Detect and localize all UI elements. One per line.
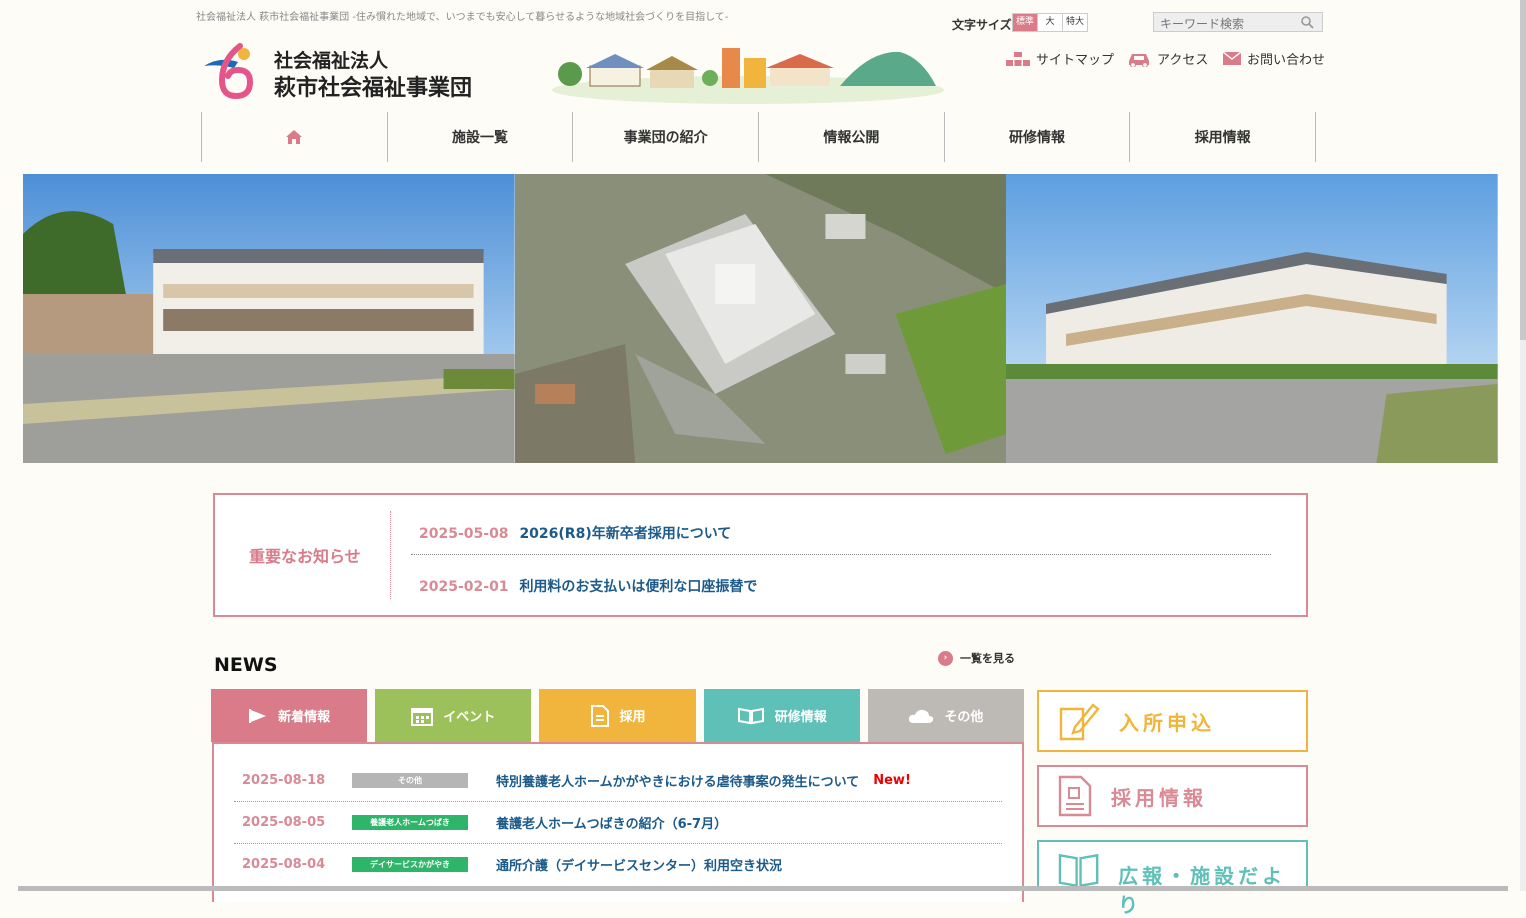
chevron-right-icon: ›	[938, 650, 953, 666]
nav-facilities[interactable]: 施設一覧	[386, 112, 573, 162]
access-label: アクセス	[1157, 53, 1209, 68]
news-title-link[interactable]: 養護老人ホームつばきの紹介（6-7月）	[496, 813, 727, 832]
book-icon	[737, 707, 764, 724]
news-title-link[interactable]: 通所介護（デイサービスセンター）利用空き状況	[496, 855, 782, 874]
notice-title: 重要なお知らせ	[249, 547, 361, 566]
notice-divider	[390, 511, 391, 599]
news-list: 2025-08-18 その他 特別養護老人ホームかがやきにおける虐待事案の発生に…	[212, 742, 1024, 902]
news-date: 2025-08-18	[242, 772, 326, 788]
font-size-switcher: 標準 大 特大	[1012, 13, 1088, 32]
news-date: 2025-08-05	[242, 814, 326, 830]
nav-recruit[interactable]: 採用情報	[1129, 112, 1317, 162]
tab-other[interactable]: その他	[867, 689, 1025, 742]
news-more-link[interactable]: › 一覧を見る	[938, 650, 1015, 666]
logo-mark-icon	[204, 43, 254, 100]
tab-training[interactable]: 研修情報	[703, 689, 860, 742]
notice-separator	[411, 554, 1271, 555]
news-category-badge: 養護老人ホームつばき	[352, 814, 468, 830]
hero-photo-aerial-view	[514, 174, 1007, 463]
news-heading: NEWS	[214, 654, 278, 676]
hero-photo-facility-side	[1006, 174, 1499, 463]
notice-item[interactable]: 2025-02-01 利用料のお支払いは便利な口座振替で	[419, 576, 757, 596]
sitemap-icon	[1006, 51, 1030, 66]
pr-banner[interactable]: 広報・施設だより	[1037, 840, 1308, 917]
notice-date: 2025-02-01	[419, 579, 509, 595]
scrollbar-thumb[interactable]	[1520, 0, 1526, 340]
sitemap-link[interactable]: サイトマップ	[1006, 49, 1114, 68]
hero-images	[23, 174, 1499, 463]
important-notices: 重要なお知らせ 2025-05-08 2026(R8)年新卒者採用について 20…	[213, 493, 1308, 617]
tab-recruit[interactable]: 採用	[539, 689, 696, 742]
recruit-label: 採用情報	[1111, 785, 1207, 810]
contact-label: お問い合わせ	[1247, 53, 1326, 68]
news-item[interactable]: 2025-08-04 デイサービスかがやき 通所介護（デイサービスセンター）利用…	[234, 843, 1002, 885]
search-icon[interactable]	[1300, 15, 1314, 29]
logo-org-type: 社会福祉法人	[274, 50, 389, 72]
news-category-badge: その他	[352, 772, 468, 788]
site-logo[interactable]: 社会福祉法人 萩市社会福祉事業団	[200, 40, 490, 101]
nav-training[interactable]: 研修情報	[943, 112, 1130, 162]
admission-banner[interactable]: 入所申込	[1037, 690, 1308, 752]
nav-disclosure[interactable]: 情報公開	[758, 112, 944, 162]
news-tabs: 新着情報 イベント 採用 研修情報 その他	[211, 689, 1025, 742]
cloud-icon	[909, 709, 934, 723]
search-input[interactable]	[1154, 15, 1290, 33]
car-icon	[1129, 53, 1149, 67]
sitemap-label: サイトマップ	[1036, 53, 1115, 68]
tab-events[interactable]: イベント	[375, 689, 532, 742]
nav-home[interactable]	[201, 112, 387, 162]
news-date: 2025-08-04	[242, 856, 326, 872]
access-link[interactable]: アクセス	[1127, 49, 1208, 68]
news-title-link[interactable]: 特別養護老人ホームかがやきにおける虐待事案の発生について	[496, 771, 859, 790]
tab-latest[interactable]: 新着情報	[211, 689, 368, 742]
tab-label: その他	[944, 710, 984, 725]
town-illustration	[552, 48, 944, 104]
tab-label: 採用	[619, 710, 646, 725]
flag-icon	[249, 708, 267, 723]
calendar-icon	[411, 707, 434, 726]
tab-label: 新着情報	[278, 710, 331, 725]
pen-paper-icon	[1059, 703, 1100, 741]
horizontal-scrollbar[interactable]	[18, 886, 1508, 891]
notice-date: 2025-05-08	[419, 526, 509, 542]
document-icon	[1058, 775, 1092, 817]
notice-link[interactable]: 2026(R8)年新卒者採用について	[519, 526, 731, 542]
home-icon	[286, 130, 303, 144]
news-category-badge: デイサービスかがやき	[352, 856, 468, 872]
news-item[interactable]: 2025-08-05 養護老人ホームつばき 養護老人ホームつばきの紹介（6-7月…	[234, 801, 1002, 844]
nav-about[interactable]: 事業団の紹介	[572, 112, 758, 162]
book-icon	[1058, 853, 1099, 888]
contact-link[interactable]: お問い合わせ	[1223, 49, 1325, 68]
new-badge: New!	[873, 772, 911, 788]
news-more-label: 一覧を見る	[960, 652, 1015, 665]
search-box	[1153, 12, 1323, 33]
hero-photo-facility-front	[23, 174, 515, 463]
admission-label: 入所申込	[1119, 710, 1215, 735]
logo-org-name: 萩市社会福祉事業団	[274, 76, 473, 101]
font-size-label: 文字サイズ	[952, 18, 1012, 32]
mail-icon	[1223, 52, 1241, 65]
news-item[interactable]: 2025-08-18 その他 特別養護老人ホームかがやきにおける虐待事案の発生に…	[234, 759, 1002, 802]
tab-label: イベント	[443, 710, 496, 725]
notice-link[interactable]: 利用料のお支払いは便利な口座振替で	[519, 579, 757, 595]
recruit-banner[interactable]: 採用情報	[1037, 765, 1308, 827]
site-tagline: 社会福祉法人 萩市社会福祉事業団 -住み慣れた地域で、いつまでも安心して暮らせる…	[196, 12, 729, 23]
font-size-large-button[interactable]: 大	[1038, 14, 1063, 31]
tab-label: 研修情報	[774, 710, 827, 725]
font-size-standard-button[interactable]: 標準	[1013, 14, 1038, 31]
document-icon	[590, 704, 609, 727]
notice-item[interactable]: 2025-05-08 2026(R8)年新卒者採用について	[419, 523, 731, 543]
global-nav: 施設一覧 事業団の紹介 情報公開 研修情報 採用情報	[201, 112, 1317, 162]
font-size-xlarge-button[interactable]: 特大	[1063, 14, 1087, 31]
